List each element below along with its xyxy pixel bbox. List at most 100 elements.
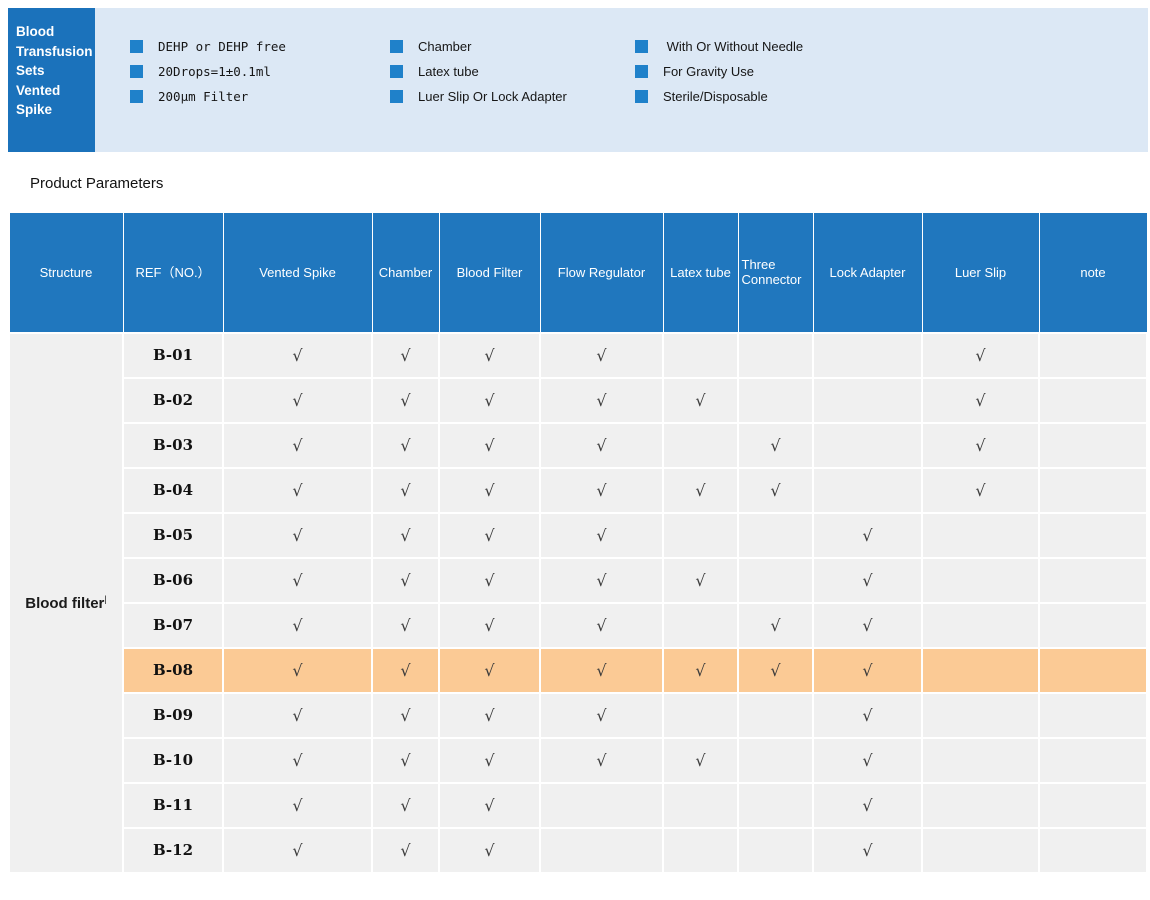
empty-cell [922,603,1039,648]
table-row: Blood filter|B-01√√√√√ [9,333,1147,378]
empty-cell [922,828,1039,873]
ref-cell: B-06 [123,558,223,603]
check-cell: √ [540,738,663,783]
empty-cell [1039,468,1147,513]
check-cell: √ [223,603,372,648]
table-row: B-08√√√√√√√ [9,648,1147,693]
check-cell: √ [439,378,540,423]
empty-cell [922,558,1039,603]
empty-cell [663,333,738,378]
empty-cell [663,603,738,648]
feature-item: Sterile/Disposable [635,89,803,104]
check-cell: √ [439,423,540,468]
check-cell: √ [372,558,439,603]
feature-label: Chamber [418,39,471,54]
check-cell: √ [540,378,663,423]
ref-cell: B-07 [123,603,223,648]
feature-item: 200μm Filter [130,89,286,104]
feature-label: Luer Slip Or Lock Adapter [418,89,567,104]
feature-label: 20Drops=1±0.1ml [158,64,271,79]
feature-item: Latex tube [390,64,567,79]
check-cell: √ [439,603,540,648]
column-header-blood-filter: Blood Filter [439,213,540,333]
check-cell: √ [922,423,1039,468]
table-row: B-02√√√√√√ [9,378,1147,423]
empty-cell [1039,648,1147,693]
empty-cell [813,333,922,378]
empty-cell [1039,378,1147,423]
ref-cell: B-04 [123,468,223,513]
check-cell: √ [223,423,372,468]
bullet-square-icon [635,65,648,78]
structure-footnote-mark: | [104,594,106,604]
feature-column-1: DEHP or DEHP free 20Drops=1±0.1ml 200μm … [130,39,286,104]
empty-cell [922,738,1039,783]
structure-label: Blood filter [25,595,104,612]
check-cell: √ [372,828,439,873]
check-cell: √ [372,648,439,693]
structure-cell: Blood filter| [9,333,123,873]
ref-cell: B-05 [123,513,223,558]
empty-cell [738,378,813,423]
feature-label: For Gravity Use [663,64,754,79]
empty-cell [813,423,922,468]
empty-cell [813,468,922,513]
check-cell: √ [372,783,439,828]
check-cell: √ [439,828,540,873]
check-cell: √ [663,378,738,423]
check-cell: √ [540,513,663,558]
bullet-square-icon [635,90,648,103]
table-body: Blood filter|B-01√√√√√B-02√√√√√√B-03√√√√… [9,333,1147,873]
column-header-lock-adapter: Lock Adapter [813,213,922,333]
check-cell: √ [813,648,922,693]
ref-cell: B-09 [123,693,223,738]
check-cell: √ [439,648,540,693]
column-header-note: note [1039,213,1147,333]
table-row: B-07√√√√√√ [9,603,1147,648]
ref-cell: B-08 [123,648,223,693]
empty-cell [738,558,813,603]
feature-item: Chamber [390,39,567,54]
check-cell: √ [223,558,372,603]
check-cell: √ [738,603,813,648]
product-banner: Blood Transfusion Sets Vented Spike DEHP… [8,8,1148,152]
check-cell: √ [922,468,1039,513]
empty-cell [738,783,813,828]
check-cell: √ [439,558,540,603]
bullet-square-icon [130,90,143,103]
table-row: B-10√√√√√√ [9,738,1147,783]
empty-cell [540,783,663,828]
column-header-chamber: Chamber [372,213,439,333]
empty-cell [1039,828,1147,873]
feature-item: 20Drops=1±0.1ml [130,64,286,79]
table-row: B-09√√√√√ [9,693,1147,738]
check-cell: √ [813,603,922,648]
table-row: B-05√√√√√ [9,513,1147,558]
feature-label: DEHP or DEHP free [158,39,286,54]
check-cell: √ [223,513,372,558]
column-header-vented-spike: Vented Spike [223,213,372,333]
check-cell: √ [738,423,813,468]
feature-label: Sterile/Disposable [663,89,768,104]
feature-item: For Gravity Use [635,64,803,79]
banner-title: Blood Transfusion Sets Vented Spike [8,8,95,152]
check-cell: √ [663,468,738,513]
check-cell: √ [439,783,540,828]
empty-cell [1039,693,1147,738]
feature-item: Luer Slip Or Lock Adapter [390,89,567,104]
check-cell: √ [540,603,663,648]
ref-cell: B-02 [123,378,223,423]
feature-label: 200μm Filter [158,89,248,104]
check-cell: √ [540,648,663,693]
check-cell: √ [372,738,439,783]
feature-list: DEHP or DEHP free 20Drops=1±0.1ml 200μm … [95,8,1148,152]
feature-label: With Or Without Needle [663,39,803,54]
empty-cell [813,378,922,423]
table-row: B-03√√√√√√ [9,423,1147,468]
column-header-latex-tube: Latex tube [663,213,738,333]
empty-cell [1039,783,1147,828]
table-row: B-12√√√√ [9,828,1147,873]
bullet-square-icon [130,65,143,78]
empty-cell [663,828,738,873]
empty-cell [738,738,813,783]
